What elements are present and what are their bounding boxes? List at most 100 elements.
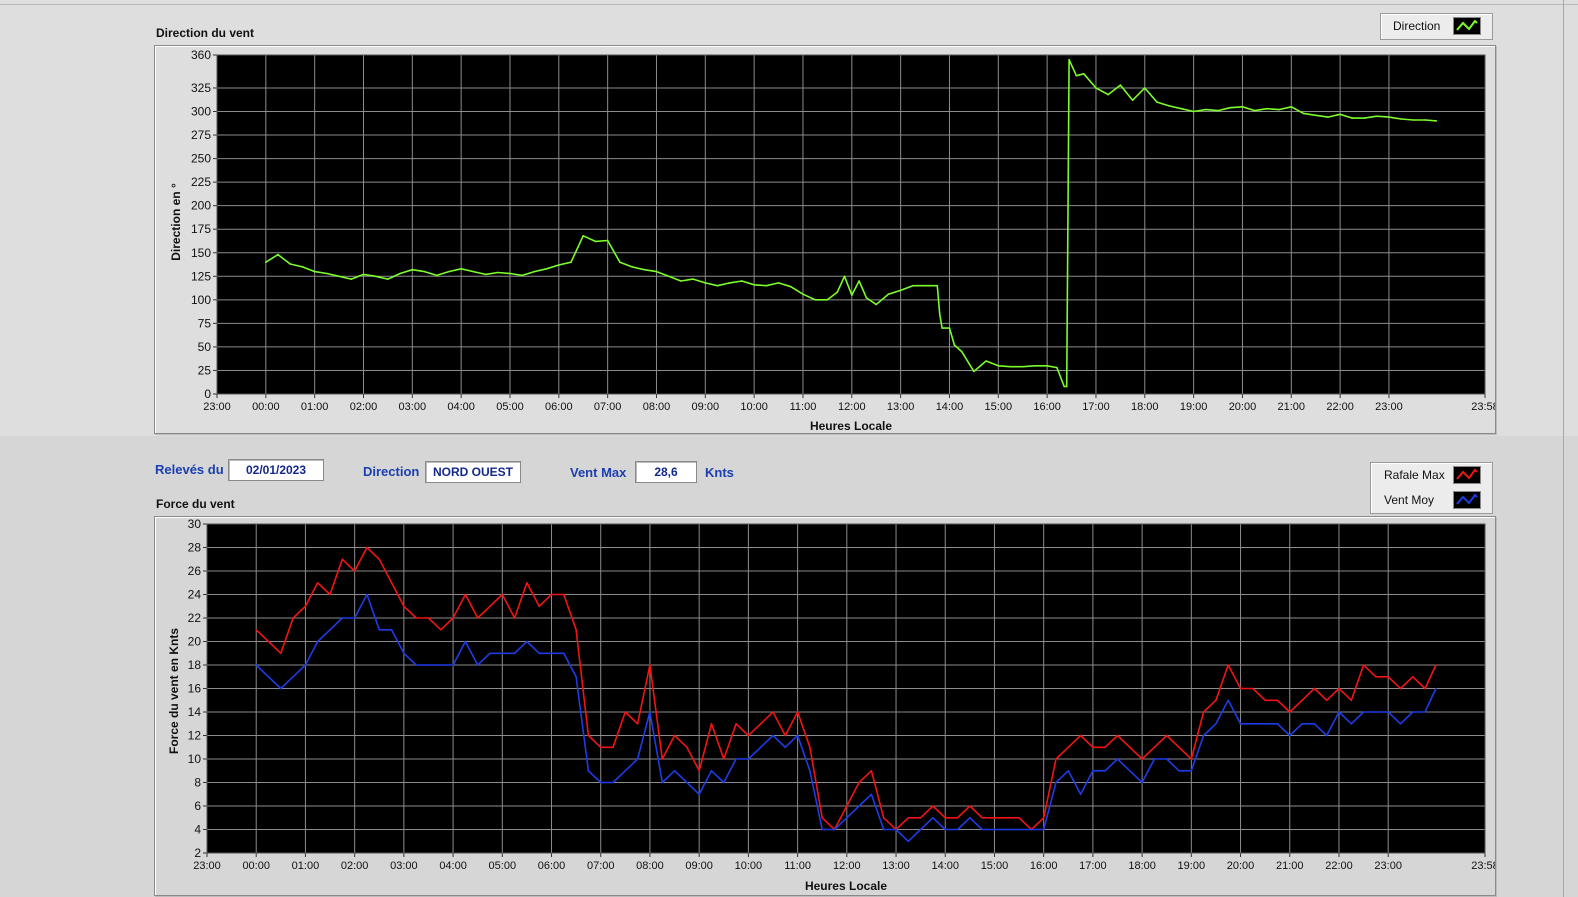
force-point-vent-moy — [366, 593, 368, 596]
dir-point-direction — [887, 293, 890, 295]
force-point-vent-moy — [1055, 781, 1057, 784]
force-point-vent-moy — [440, 664, 442, 666]
dir-point-direction — [1412, 119, 1415, 121]
dir-point-direction — [948, 327, 951, 329]
dir-point-direction — [1339, 113, 1341, 116]
force-point-vent-moy — [1239, 723, 1242, 725]
dir-y-tick-label: 150 — [191, 246, 211, 260]
force-y-tick-label: 22 — [188, 611, 202, 625]
force-point-rafale-max — [624, 711, 627, 713]
force-point-rafale-max — [538, 605, 540, 608]
dir-point-direction — [836, 291, 838, 294]
dir-y-tick-label: 325 — [191, 81, 211, 95]
dir-point-direction — [704, 282, 707, 284]
dir-point-direction — [680, 280, 682, 282]
ventmax-field[interactable]: 28,6 — [635, 461, 697, 483]
dir-point-direction — [899, 289, 902, 292]
legend-item-direction[interactable]: Direction — [1381, 14, 1492, 38]
dir-point-direction — [753, 284, 755, 286]
force-point-vent-moy — [759, 746, 762, 749]
dir-y-tick-label: 360 — [191, 48, 211, 62]
date-field[interactable]: 02/01/2023 — [228, 459, 324, 481]
force-point-vent-moy — [673, 770, 676, 772]
force-point-vent-moy — [304, 664, 307, 666]
force-point-rafale-max — [821, 817, 823, 819]
dir-x-tick-label: 10:00 — [740, 401, 768, 413]
force-point-rafale-max — [1412, 676, 1414, 678]
force-x-tick-label: 17:00 — [1079, 860, 1107, 872]
force-x-tick-label: 05:00 — [489, 860, 517, 872]
dir-point-direction — [643, 268, 646, 271]
dir-point-direction — [716, 284, 719, 287]
dir-x-tick-label: 13:00 — [887, 401, 915, 413]
force-point-vent-moy — [784, 746, 787, 749]
dir-point-direction — [1424, 119, 1427, 121]
legend-item-rafale[interactable]: Rafale Max — [1371, 463, 1492, 487]
force-point-rafale-max — [563, 593, 565, 596]
force-point-vent-moy — [612, 781, 614, 784]
dir-point-direction — [497, 271, 499, 274]
dir-point-direction — [692, 278, 694, 280]
dir-point-direction — [865, 297, 868, 299]
force-point-rafale-max — [1067, 746, 1070, 749]
force-legend: Rafale Max Vent Moy — [1370, 462, 1493, 514]
force-point-rafale-max — [1178, 746, 1180, 749]
force-point-vent-moy — [489, 652, 491, 655]
dir-point-direction — [1266, 107, 1268, 110]
force-y-tick-label: 28 — [188, 541, 202, 555]
dir-point-direction — [1131, 99, 1134, 101]
force-point-rafale-max — [1252, 687, 1254, 690]
dir-x-tick-label: 15:00 — [985, 401, 1013, 413]
dir-point-direction — [521, 274, 523, 277]
dir-point-direction — [1400, 118, 1402, 120]
force-point-vent-moy — [513, 652, 516, 655]
force-y-tick-label: 2 — [194, 846, 201, 860]
force-point-rafale-max — [390, 582, 393, 584]
dir-point-direction — [301, 266, 304, 268]
direction-field[interactable]: NORD OUEST — [425, 461, 521, 483]
dir-x-tick-label: 03:00 — [399, 401, 427, 413]
rafale-swatch-icon — [1453, 466, 1481, 484]
force-point-vent-moy — [464, 640, 467, 643]
legend-item-ventmoy[interactable]: Vent Moy — [1371, 488, 1492, 512]
force-point-rafale-max — [882, 817, 885, 819]
force-point-rafale-max — [1338, 687, 1340, 690]
force-point-vent-moy — [390, 629, 393, 631]
dir-point-direction — [1241, 106, 1244, 108]
dir-point-direction — [802, 293, 804, 295]
dir-x-tick-label: 04:00 — [447, 401, 475, 413]
force-point-vent-moy — [624, 770, 627, 772]
dir-x-tick-label: 01:00 — [301, 401, 329, 413]
force-point-vent-moy — [526, 640, 528, 643]
force-point-vent-moy — [1313, 723, 1316, 725]
dir-point-direction — [448, 270, 450, 273]
dir-point-direction — [875, 303, 877, 306]
dir-point-direction — [1205, 108, 1207, 111]
force-point-rafale-max — [550, 593, 553, 596]
force-point-rafale-max — [1301, 699, 1303, 702]
force-point-vent-moy — [956, 828, 959, 831]
legend-label-ventmoy: Vent Moy — [1384, 493, 1435, 507]
dir-x-tick-label: 12:00 — [838, 401, 866, 413]
dir-y-tick-label: 50 — [198, 340, 212, 354]
dir-y-tick-label: 175 — [191, 222, 211, 236]
force-x-tick-label: 10:00 — [735, 860, 763, 872]
dir-point-direction — [1065, 385, 1068, 388]
force-point-vent-moy — [821, 828, 823, 831]
direction-grid — [216, 54, 1486, 395]
legend-label-direction: Direction — [1393, 19, 1441, 33]
force-point-vent-moy — [919, 828, 922, 831]
force-point-vent-moy — [895, 828, 897, 831]
force-point-vent-moy — [1424, 711, 1426, 713]
force-point-rafale-max — [575, 629, 577, 631]
direction-x-ticks: 23:00 00:00 01:00 02:00 03:00 04:00 05:00 06:00… — [203, 394, 1495, 413]
dir-y-tick-label: 75 — [198, 316, 212, 330]
dir-point-direction — [1068, 58, 1070, 61]
dir-y-tick-label: 25 — [198, 363, 212, 377]
dir-x-tick-label: 00:00 — [252, 401, 280, 413]
dir-point-direction — [728, 282, 731, 284]
direction-x-axis-label: Heures Locale — [810, 419, 892, 433]
dir-point-direction — [558, 264, 560, 266]
dir-point-direction — [484, 273, 487, 276]
force-x-tick-label: 23:00 — [1374, 860, 1402, 872]
